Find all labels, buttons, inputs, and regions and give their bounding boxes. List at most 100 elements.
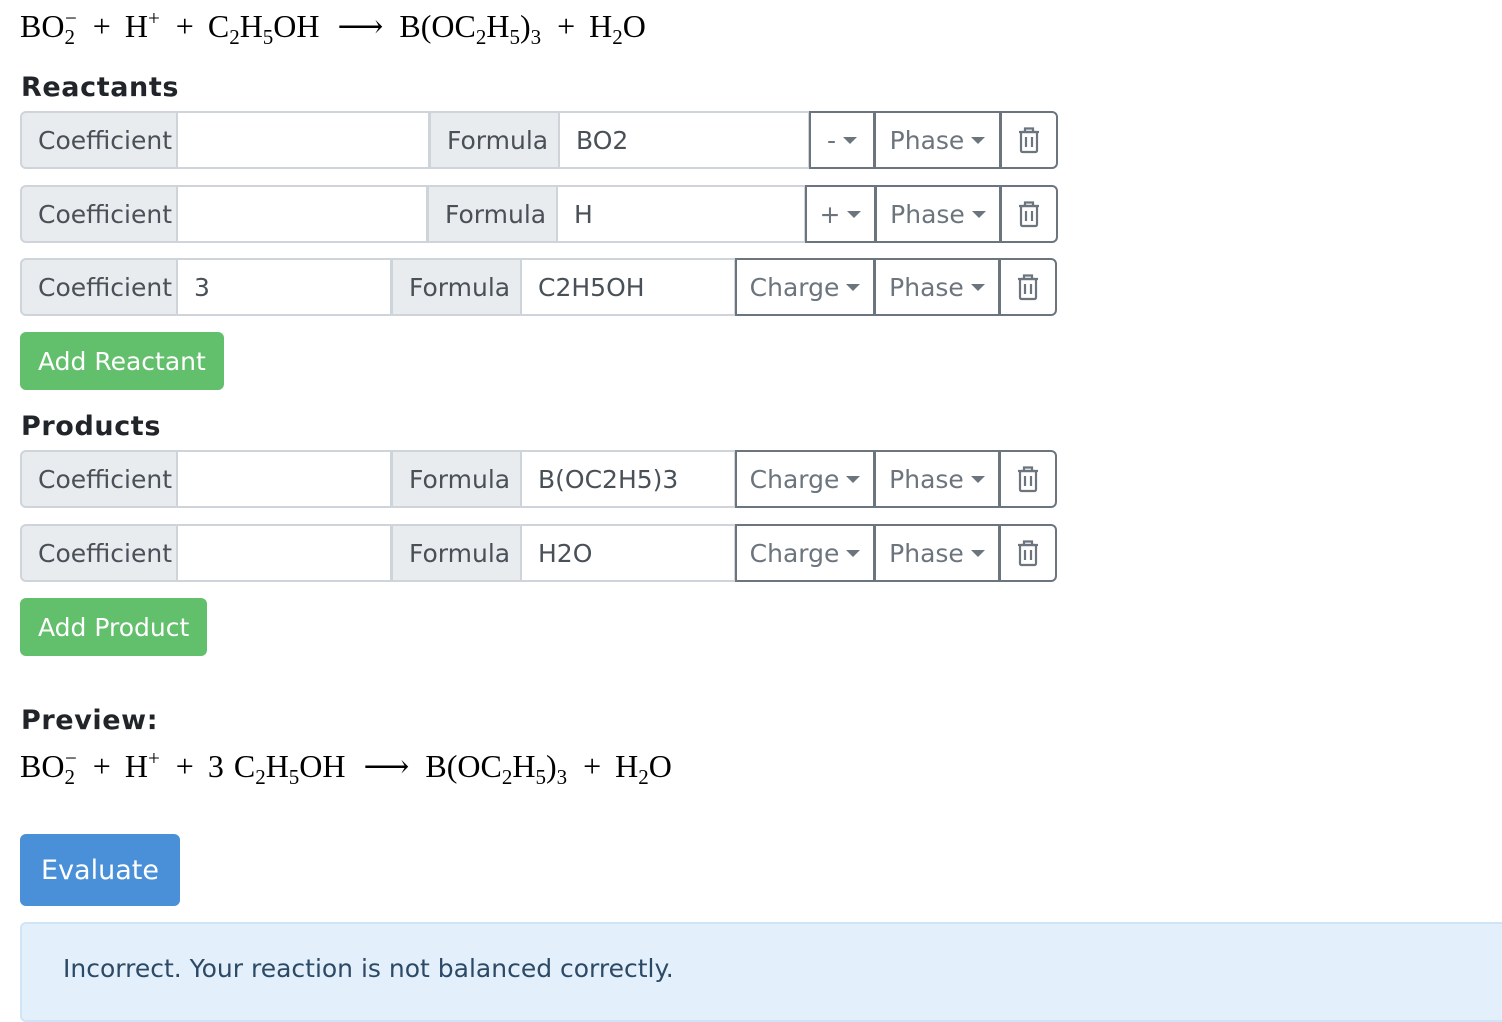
phase-dropdown[interactable]: Phase xyxy=(874,524,1000,582)
formula-value: B(OC2H5)3 xyxy=(538,464,679,494)
plus-sign: + xyxy=(557,8,576,44)
delete-reactant-button[interactable] xyxy=(1000,185,1058,243)
equation-term-triethyl-borate: B(OC2H5)3 xyxy=(399,8,542,49)
equation-term-water: H2O xyxy=(589,8,646,49)
caret-down-icon xyxy=(843,136,858,144)
reactants-heading: Reactants xyxy=(21,72,180,103)
plus-sign: + xyxy=(583,748,602,784)
formula-input[interactable]: C2H5OH xyxy=(522,258,736,316)
charge-dropdown[interactable]: + xyxy=(805,185,876,243)
formula-value: H2O xyxy=(538,538,593,568)
add-product-button[interactable]: Add Product xyxy=(20,598,208,656)
plus-sign: + xyxy=(175,8,194,44)
coefficient-input[interactable]: 3 xyxy=(178,258,392,316)
charge-dropdown[interactable]: Charge xyxy=(735,450,875,508)
charge-dropdown-label: Charge xyxy=(749,464,840,494)
formula-label: Formula xyxy=(391,524,522,582)
delete-reactant-button[interactable] xyxy=(999,258,1057,316)
caret-down-icon xyxy=(971,210,986,218)
equation-term-water: H2O xyxy=(615,748,672,789)
phase-dropdown-label: Phase xyxy=(890,199,965,229)
equation-term-h: H+ xyxy=(124,746,160,784)
formula-label: Formula xyxy=(391,450,522,508)
coefficient-value: 3 xyxy=(194,272,210,302)
phase-dropdown-label: Phase xyxy=(889,538,964,568)
charge-dropdown-label: Charge xyxy=(749,272,840,302)
phase-dropdown-label: Phase xyxy=(889,125,965,155)
formula-label: Formula xyxy=(427,185,558,243)
reaction-arrow: ⟶ xyxy=(363,748,410,784)
caret-down-icon xyxy=(971,136,986,144)
equation-term-h: H+ xyxy=(124,6,160,44)
phase-dropdown[interactable]: Phase xyxy=(874,111,1001,169)
equation-term-bo2: BO2− xyxy=(20,746,77,789)
formula-value: BO2 xyxy=(576,125,629,155)
products-heading: Products xyxy=(21,411,161,442)
preview-equation: BO2− + H+ + 3 C2H5OH ⟶ B(OC2H5)3 + H2O xyxy=(20,746,674,789)
delete-product-button[interactable] xyxy=(999,524,1057,582)
phase-dropdown[interactable]: Phase xyxy=(874,450,1000,508)
charge-dropdown[interactable]: Charge xyxy=(735,524,875,582)
reactant-row: Coefficient 3 Formula C2H5OH Charge Phas… xyxy=(20,258,1057,316)
charge-dropdown[interactable]: Charge xyxy=(735,258,875,316)
coefficient-label: Coefficient xyxy=(20,111,178,169)
delete-reactant-button[interactable] xyxy=(1000,111,1058,169)
plus-sign: + xyxy=(92,8,111,44)
trash-icon xyxy=(1019,127,1039,154)
coefficient-input[interactable] xyxy=(178,185,428,243)
formula-input[interactable]: H2O xyxy=(522,524,736,582)
phase-dropdown-label: Phase xyxy=(889,464,964,494)
product-row: Coefficient Formula H2O Charge Phase xyxy=(20,524,1057,582)
caret-down-icon xyxy=(846,283,861,291)
charge-dropdown-label: - xyxy=(826,125,837,155)
formula-value: H xyxy=(574,199,593,229)
formula-input[interactable]: B(OC2H5)3 xyxy=(522,450,736,508)
reaction-arrow: ⟶ xyxy=(337,8,384,44)
delete-product-button[interactable] xyxy=(999,450,1057,508)
reactant-row: Coefficient Formula H + Phase xyxy=(20,185,1058,243)
preview-coefficient: 3 xyxy=(207,748,224,784)
coefficient-label: Coefficient xyxy=(20,450,178,508)
formula-label: Formula xyxy=(391,258,522,316)
formula-input[interactable]: BO2 xyxy=(560,111,810,169)
feedback-message: Incorrect. Your reaction is not balanced… xyxy=(63,954,674,983)
coefficient-label: Coefficient xyxy=(20,524,178,582)
phase-dropdown-label: Phase xyxy=(889,272,964,302)
trash-icon xyxy=(1018,466,1038,493)
coefficient-input[interactable] xyxy=(178,450,392,508)
coefficient-input[interactable] xyxy=(178,111,430,169)
coefficient-input[interactable] xyxy=(178,524,392,582)
add-reactant-button[interactable]: Add Reactant xyxy=(20,332,224,390)
phase-dropdown[interactable]: Phase xyxy=(875,185,1001,243)
coefficient-label: Coefficient xyxy=(20,258,178,316)
trash-icon xyxy=(1018,540,1038,567)
equation-term-triethyl-borate: B(OC2H5)3 xyxy=(425,748,568,789)
formula-input[interactable]: H xyxy=(558,185,806,243)
caret-down-icon xyxy=(970,283,985,291)
equation-display: BO2− + H+ + C2H5OH ⟶ B(OC2H5)3 + H2O xyxy=(20,6,648,49)
charge-dropdown-label: + xyxy=(819,199,841,229)
feedback-alert: Incorrect. Your reaction is not balanced… xyxy=(20,922,1502,1022)
phase-dropdown[interactable]: Phase xyxy=(874,258,1000,316)
caret-down-icon xyxy=(846,549,861,557)
caret-down-icon xyxy=(846,475,861,483)
preview-label: Preview: xyxy=(21,705,159,736)
equation-term-bo2: BO2− xyxy=(20,6,77,49)
reactant-row: Coefficient Formula BO2 - Phase xyxy=(20,111,1058,169)
charge-dropdown[interactable]: - xyxy=(809,111,875,169)
trash-icon xyxy=(1018,274,1038,301)
formula-value: C2H5OH xyxy=(538,272,645,302)
trash-icon xyxy=(1019,201,1039,228)
equation-term-ethanol: C2H5OH xyxy=(233,748,346,789)
caret-down-icon xyxy=(970,475,985,483)
evaluate-button[interactable]: Evaluate xyxy=(20,834,180,906)
plus-sign: + xyxy=(92,748,111,784)
plus-sign: + xyxy=(175,748,194,784)
equation-term-ethanol: C2H5OH xyxy=(207,8,320,49)
charge-dropdown-label: Charge xyxy=(749,538,840,568)
formula-label: Formula xyxy=(429,111,560,169)
caret-down-icon xyxy=(970,549,985,557)
caret-down-icon xyxy=(847,210,862,218)
coefficient-label: Coefficient xyxy=(20,185,178,243)
product-row: Coefficient Formula B(OC2H5)3 Charge Pha… xyxy=(20,450,1057,508)
